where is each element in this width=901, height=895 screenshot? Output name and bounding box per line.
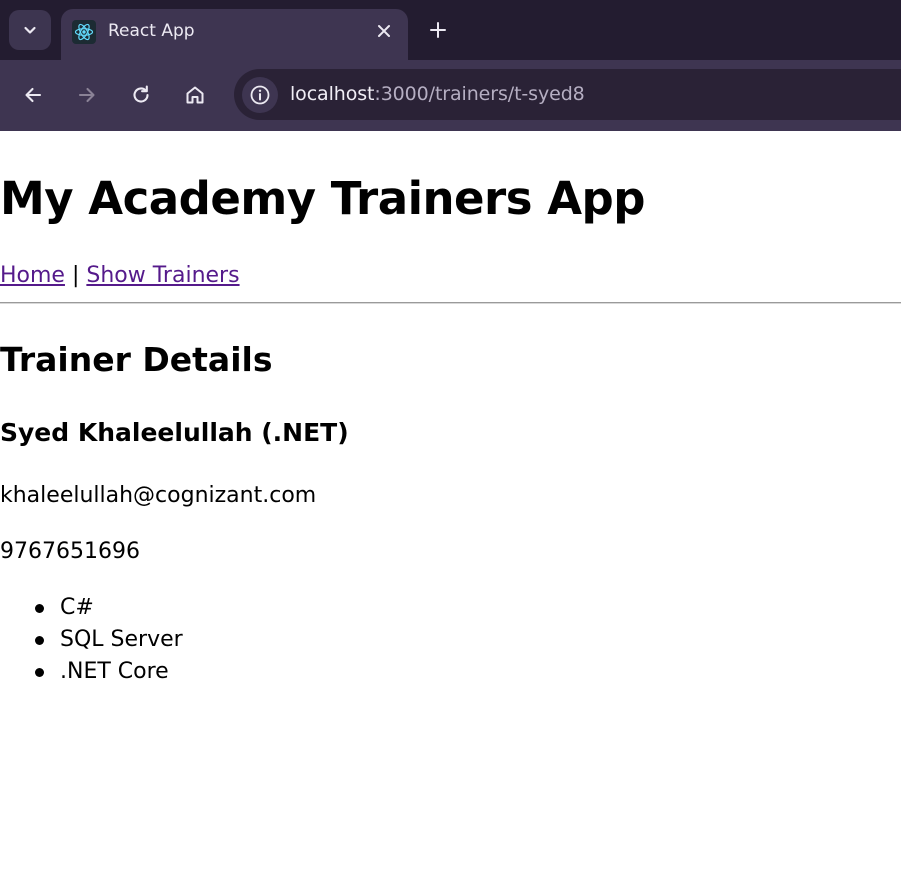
home-button[interactable] [177, 77, 213, 113]
skill-item: C# [0, 592, 183, 624]
url-host: localhost [290, 83, 375, 105]
reload-button[interactable] [123, 77, 159, 113]
tab-close-button[interactable] [372, 19, 396, 43]
horizontal-rule [0, 302, 901, 304]
home-icon [186, 86, 204, 104]
nav-separator: | [64, 263, 87, 288]
arrow-left-icon [25, 87, 42, 103]
section-title: Trainer Details [0, 340, 273, 379]
info-icon [250, 85, 270, 105]
plus-icon [430, 22, 446, 38]
browser-toolbar: localhost:3000/trainers/t-syed8 [0, 60, 901, 131]
new-tab-button[interactable] [424, 16, 452, 44]
trainer-phone: 9767651696 [0, 539, 140, 564]
trainer-email: khaleelullah@cognizant.com [0, 483, 317, 508]
tab-react-app[interactable]: React App [61, 9, 408, 61]
home-link[interactable]: Home [0, 263, 65, 288]
tab-search-button[interactable] [9, 10, 51, 50]
chevron-down-icon [24, 26, 36, 34]
page-content: My Academy Trainers App Home | Show Trai… [0, 131, 901, 895]
close-icon [378, 25, 390, 37]
site-info-button[interactable] [242, 77, 278, 113]
app-title: My Academy Trainers App [0, 172, 645, 225]
tab-title: React App [108, 21, 195, 41]
nav-links: Home | Show Trainers [0, 262, 240, 290]
tab-strip: React App [0, 0, 901, 61]
browser-chrome: React App localhost:3000/trainers/t-syed… [0, 0, 901, 131]
reload-icon [133, 85, 149, 103]
trainer-name: Syed Khaleelullah (.NET) [0, 418, 349, 447]
arrow-right-icon [78, 87, 95, 103]
url-text[interactable]: localhost:3000/trainers/t-syed8 [290, 83, 585, 105]
address-bar[interactable]: localhost:3000/trainers/t-syed8 [234, 69, 901, 120]
url-path: :3000/trainers/t-syed8 [374, 83, 585, 105]
react-logo-icon [72, 20, 96, 44]
show-trainers-link[interactable]: Show Trainers [86, 263, 239, 288]
back-button[interactable] [15, 77, 51, 113]
skill-item: .NET Core [0, 656, 183, 688]
skill-item: SQL Server [0, 624, 183, 656]
skills-list: C# SQL Server .NET Core [0, 592, 183, 688]
forward-button[interactable] [69, 77, 105, 113]
